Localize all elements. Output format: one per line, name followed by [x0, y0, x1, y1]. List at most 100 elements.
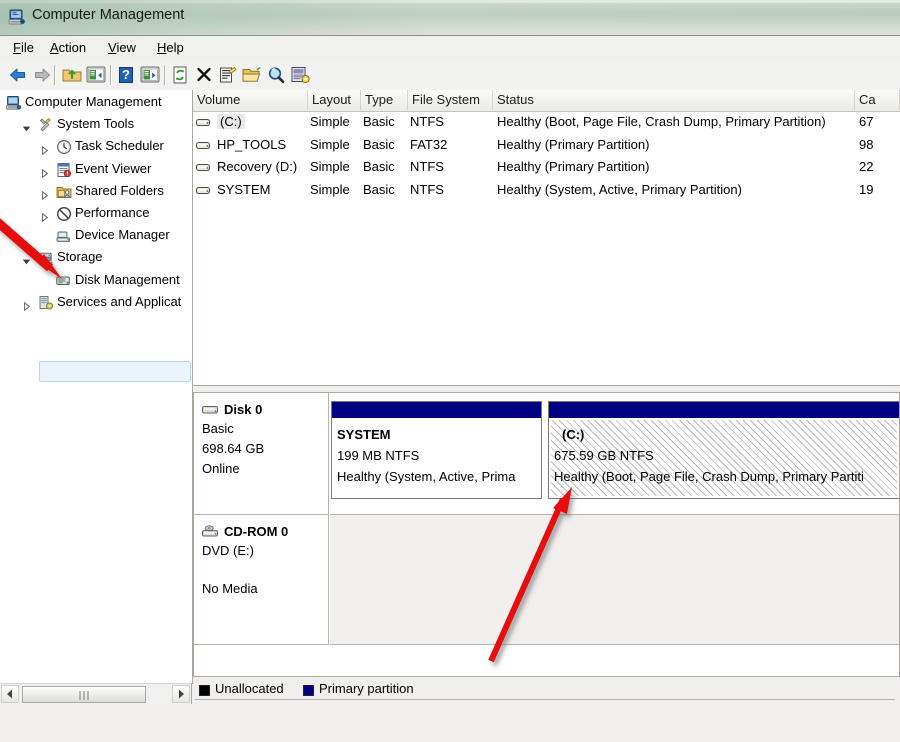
column-header-volume[interactable]: Volume	[193, 90, 308, 110]
services-icon	[38, 295, 54, 311]
toolbar-separator-3	[164, 65, 166, 85]
tree-item-label: Computer Management	[25, 94, 162, 109]
partition-status: Healthy (System, Active, Prima	[337, 469, 516, 484]
refresh-icon[interactable]	[168, 63, 192, 87]
table-row[interactable]: Recovery (D:) Simple Basic NTFS Healthy (Pri…	[193, 157, 900, 179]
tree-item-label: Services and Applicat	[57, 293, 182, 309]
tree-item-label: Task Scheduler	[75, 138, 164, 154]
scroll-right-arrow[interactable]	[172, 685, 190, 703]
tree-horizontal-scrollbar[interactable]	[0, 683, 192, 704]
forward-icon[interactable]	[30, 63, 54, 87]
partition-c[interactable]: (C:) 675.59 GB NTFS Healthy (Boot, Page …	[548, 401, 899, 499]
computer-management-window: Computer Management File Action View Hel…	[0, 0, 900, 742]
table-row[interactable]: (C:) Simple Basic NTFS Healthy (Boot, Page F…	[193, 112, 900, 134]
partition-name: SYSTEM	[337, 427, 391, 442]
computer-icon	[6, 95, 22, 111]
partition-size: 199 MB NTFS	[337, 448, 420, 463]
column-header-ca[interactable]: Ca	[855, 90, 900, 110]
partition-status: Healthy (Boot, Page File, Crash Dump, Pr…	[554, 469, 864, 484]
cell-capacity: 19	[859, 181, 874, 197]
tree-item-computer-management[interactable]: Computer Management	[0, 92, 192, 114]
legend-swatch-unallocated	[199, 685, 210, 696]
help-icon[interactable]: ?	[114, 63, 138, 87]
disk-row-cdrom0: CD-ROM 0 DVD (E:) No Media	[194, 515, 899, 645]
open-folder-icon[interactable]	[240, 63, 264, 87]
show-hide-tree-icon[interactable]	[84, 63, 108, 87]
tree-item-label: System Tools	[57, 116, 135, 132]
disk-row-disk0: Disk 0 Basic 698.64 GB Online SYSTEM 199	[194, 393, 899, 515]
partition-size: 675.59 GB NTFS	[554, 448, 654, 463]
column-header-layout[interactable]: Layout	[308, 90, 361, 110]
legend-swatch-primary	[303, 685, 314, 696]
menu-help[interactable]: Help	[152, 39, 189, 58]
toolbar: ?	[0, 60, 900, 91]
cell-filesystem: NTFS	[410, 159, 444, 174]
chevron-down-icon[interactable]	[22, 121, 31, 132]
up-folder-icon[interactable]	[60, 63, 84, 87]
partition-system[interactable]: SYSTEM 199 MB NTFS Healthy (System, Acti…	[331, 401, 542, 499]
tree-item-label: Storage	[57, 249, 103, 265]
toolbar-separator-1	[54, 65, 56, 85]
tree-item-shared-folders[interactable]: Shared Folders	[0, 181, 192, 203]
column-header-type[interactable]: Type	[361, 90, 408, 110]
scroll-left-arrow[interactable]	[1, 685, 19, 703]
disk-info-cdrom0[interactable]: CD-ROM 0 DVD (E:) No Media	[194, 515, 329, 645]
disk-management-pane: Volume Layout Type File System Status Ca (C:)…	[193, 90, 900, 742]
title-bar: Computer Management	[0, 0, 900, 36]
chevron-down-icon[interactable]	[22, 254, 31, 265]
cell-filesystem: FAT32	[410, 136, 448, 152]
tree-item-services-and-applicat[interactable]: Services and Applicat	[0, 292, 192, 314]
disk-status: Online	[202, 461, 240, 476]
tree-item-label: Event Viewer	[75, 160, 152, 176]
tree-item-storage[interactable]: Storage	[0, 247, 192, 269]
cell-volume: Recovery (D:)	[217, 159, 298, 174]
window-title: Computer Management	[32, 7, 185, 23]
table-row[interactable]: SYSTEM Simple Basic NTFS Healthy (System, Ac…	[193, 180, 900, 202]
partition-color-bar	[549, 402, 899, 418]
column-header-status[interactable]: Status	[493, 90, 855, 110]
chevron-right-icon[interactable]	[40, 143, 49, 156]
tree-item-performance[interactable]: Performance	[0, 203, 192, 225]
menu-view[interactable]: View	[103, 39, 141, 58]
disk-type: Basic	[202, 421, 234, 436]
back-icon[interactable]	[6, 63, 30, 87]
cell-filesystem: NTFS	[410, 114, 444, 129]
performance-icon	[56, 206, 72, 222]
cdrom-status: No Media	[202, 581, 258, 596]
rescan-disks-icon[interactable]	[288, 63, 312, 87]
cell-layout: Simple	[310, 114, 350, 129]
tree-item-device-manager[interactable]: Device Manager	[0, 225, 192, 247]
tree-item-system-tools[interactable]: System Tools	[0, 114, 192, 136]
storage-icon	[38, 250, 54, 266]
pane-splitter[interactable]	[193, 385, 900, 392]
legend-label-unallocated: Unallocated	[215, 681, 284, 696]
menu-bar: File Action View Help	[0, 36, 900, 61]
tree-item-disk-management[interactable]: Disk Management	[0, 270, 192, 292]
cell-status: Healthy (System, Active, Primary Partiti…	[497, 181, 742, 197]
chevron-right-icon[interactable]	[40, 166, 49, 178]
disk-info-disk0[interactable]: Disk 0 Basic 698.64 GB Online	[194, 393, 329, 515]
delete-icon[interactable]	[192, 63, 216, 87]
partition-name: (C:)	[562, 427, 585, 442]
search-icon[interactable]	[264, 63, 288, 87]
cell-filesystem: NTFS	[410, 181, 444, 197]
menu-file[interactable]: File	[8, 39, 39, 58]
properties-icon[interactable]	[216, 63, 240, 87]
show-action-pane-icon[interactable]	[138, 63, 162, 87]
shared-folders-icon	[56, 184, 72, 200]
chevron-right-icon[interactable]	[40, 210, 49, 223]
tree-item-event-viewer[interactable]: Event Viewer	[0, 159, 192, 181]
menu-action[interactable]: Action	[45, 39, 91, 58]
table-row[interactable]: HP_TOOLS Simple Basic FAT32 Healthy (Primary…	[193, 135, 900, 157]
tree-item-task-scheduler[interactable]: Task Scheduler	[0, 136, 192, 158]
scrollbar-thumb[interactable]	[22, 686, 146, 703]
cdrom-drive-letter: DVD (E:)	[202, 543, 254, 558]
column-header-file-system[interactable]: File System	[408, 90, 493, 110]
chevron-right-icon[interactable]	[22, 299, 31, 312]
volume-list: Volume Layout Type File System Status Ca (C:)…	[193, 90, 900, 385]
cell-status: Healthy (Primary Partition)	[497, 159, 650, 174]
cell-type: Basic	[363, 114, 395, 129]
chevron-right-icon[interactable]	[40, 188, 49, 201]
console-tree-pane: Computer Management System Tools Task Sche…	[0, 90, 193, 684]
disk-management-icon	[56, 273, 72, 289]
